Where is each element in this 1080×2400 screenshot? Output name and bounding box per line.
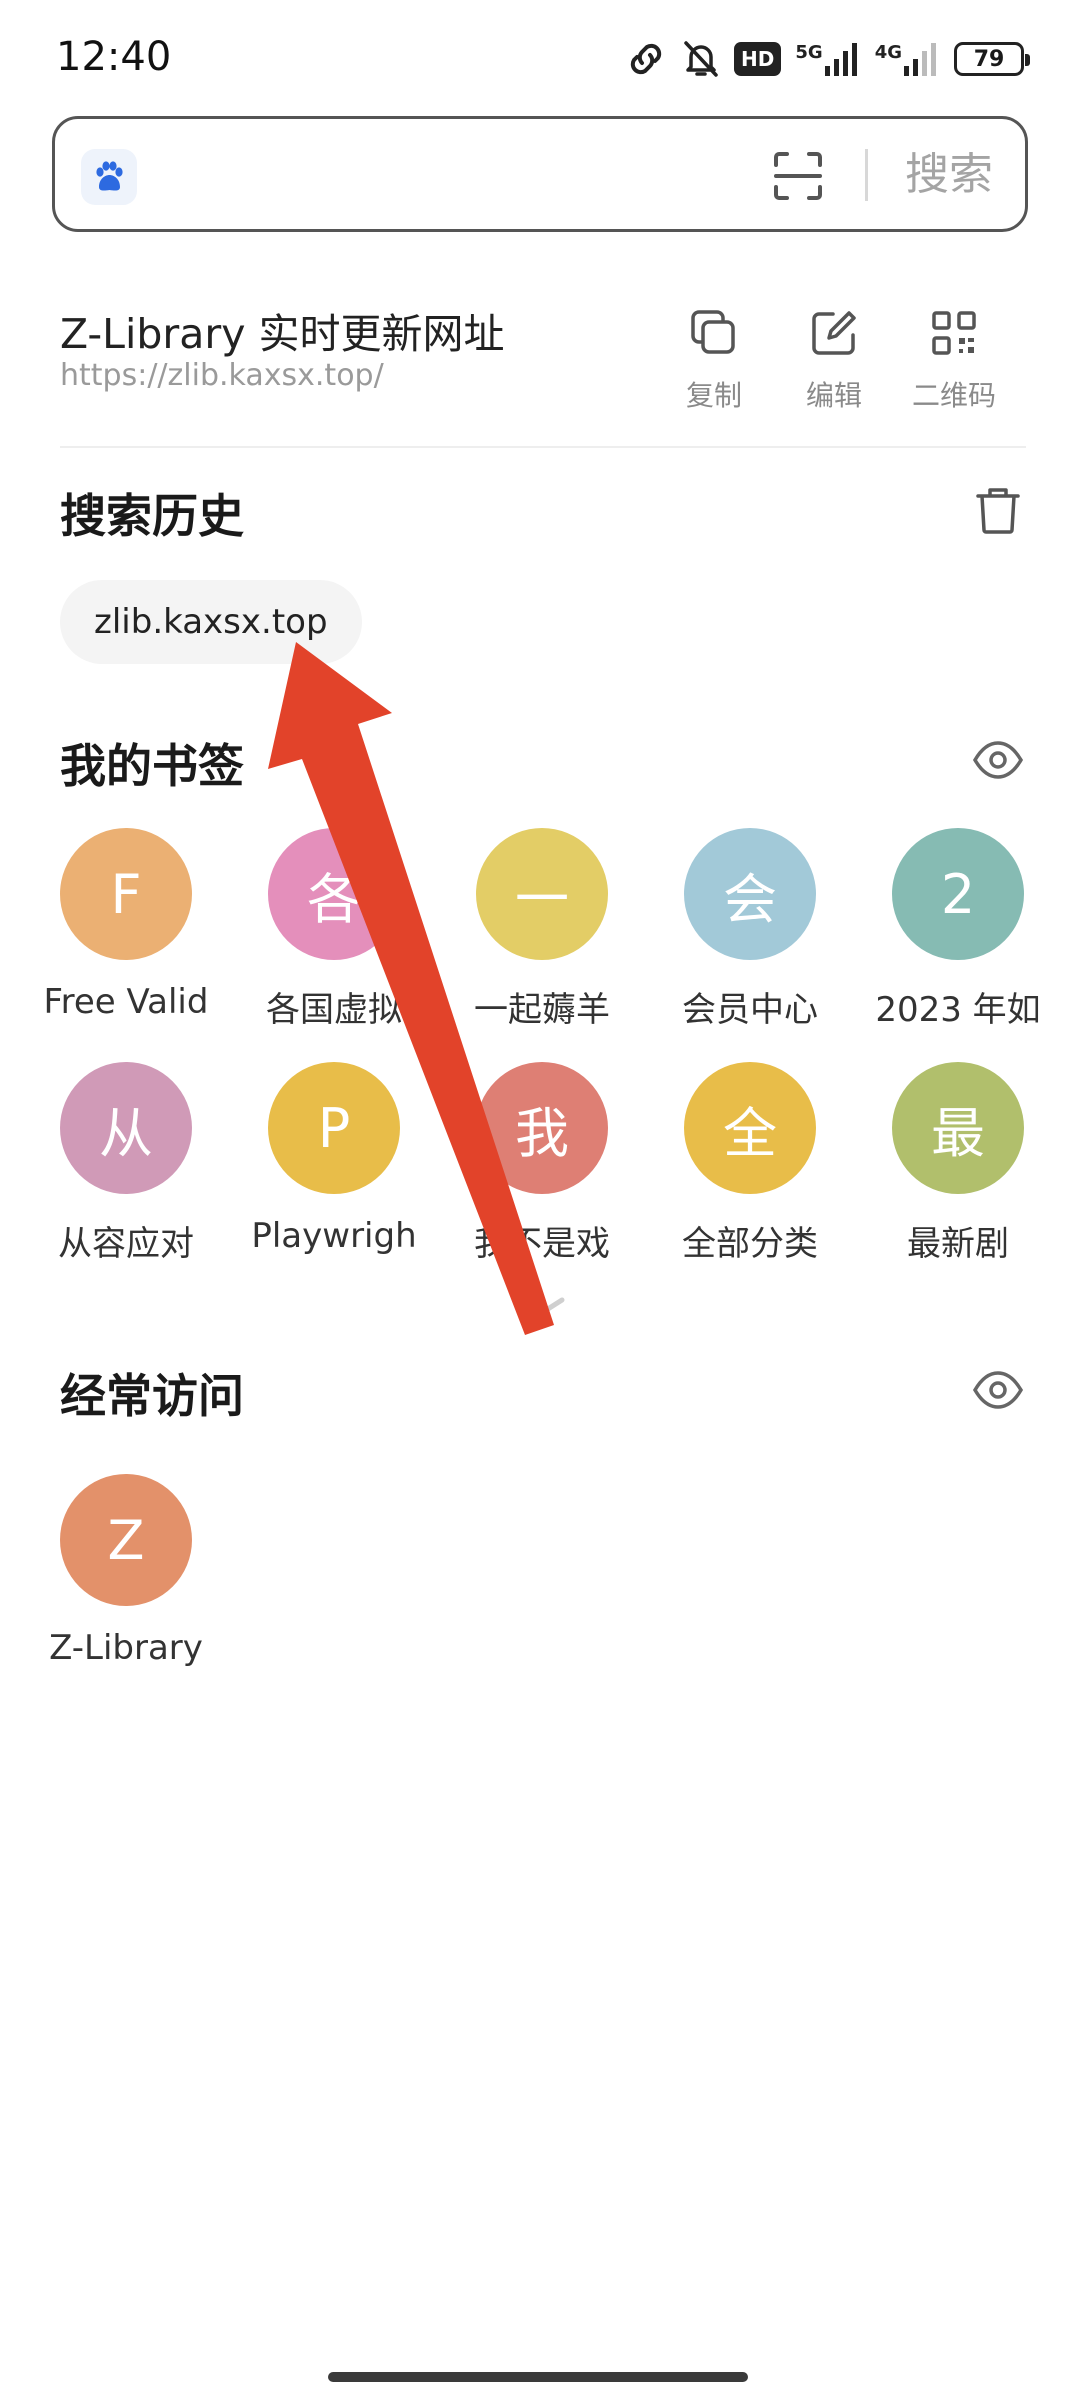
bookmark-avatar: P bbox=[268, 1062, 400, 1194]
eye-icon[interactable] bbox=[972, 1364, 1024, 1416]
bookmark-avatar: 会 bbox=[684, 828, 816, 960]
signal-5g: 5G bbox=[795, 42, 860, 76]
bookmark-item[interactable]: 从从容应对 bbox=[26, 1062, 226, 1282]
copy-button[interactable]: 复制 bbox=[664, 308, 764, 418]
signal-4g: 4G bbox=[875, 42, 940, 76]
frequent-title: 经常访问 bbox=[60, 1369, 244, 1423]
bookmark-item[interactable]: F Free Valid bbox=[26, 828, 226, 1048]
history-title: 搜索历史 bbox=[60, 489, 244, 543]
trash-icon[interactable] bbox=[972, 484, 1024, 536]
signal-bars-icon bbox=[824, 43, 857, 76]
link-icon bbox=[624, 41, 668, 77]
paw-logo-icon bbox=[81, 149, 137, 205]
bookmark-avatar: 2 bbox=[892, 828, 1024, 960]
scan-icon[interactable] bbox=[773, 151, 823, 201]
qrcode-label: 二维码 bbox=[911, 379, 996, 412]
bookmark-label: 全部分类 bbox=[682, 1224, 818, 1264]
network-5g-label: 5G bbox=[795, 42, 823, 63]
chevron-down-icon[interactable] bbox=[514, 1296, 566, 1320]
bookmark-avatar: 一 bbox=[476, 828, 608, 960]
bookmark-label: 我不是戏 bbox=[474, 1224, 610, 1264]
copy-label: 复制 bbox=[685, 379, 742, 412]
network-4g-label: 4G bbox=[874, 42, 902, 63]
bookmark-label: Free Valid bbox=[43, 982, 209, 1022]
qrcode-icon bbox=[932, 311, 976, 355]
bookmark-label: 一起薅羊 bbox=[474, 990, 610, 1030]
bookmark-label: Playwrigh bbox=[251, 1216, 417, 1256]
bookmark-item[interactable]: 2 2023 年如 bbox=[858, 828, 1058, 1048]
bookmark-avatar: F bbox=[60, 828, 192, 960]
bookmark-label: Z-Library bbox=[49, 1628, 203, 1668]
copy-icon bbox=[691, 310, 735, 354]
status-bar: 12:40 HD 5G 4G 79 bbox=[0, 0, 1080, 110]
bookmark-label: 从容应对 bbox=[58, 1224, 194, 1264]
bookmark-avatar: 全 bbox=[684, 1062, 816, 1194]
bookmark-item[interactable]: 各各国虚拟 bbox=[234, 828, 434, 1048]
bookmark-avatar: Z bbox=[60, 1474, 192, 1606]
status-time: 12:40 bbox=[56, 34, 172, 80]
home-indicator[interactable] bbox=[328, 2372, 748, 2382]
search-bar[interactable]: 搜索 bbox=[52, 116, 1028, 232]
eye-icon[interactable] bbox=[972, 734, 1024, 786]
search-button[interactable]: 搜索 bbox=[905, 145, 993, 205]
edit-icon bbox=[812, 311, 856, 355]
bookmark-label: 2023 年如 bbox=[875, 990, 1041, 1030]
current-page-card: Z-Library 实时更新网址 https://zlib.kaxsx.top/… bbox=[60, 300, 1020, 450]
bookmark-item[interactable]: 会会员中心 bbox=[650, 828, 850, 1048]
bookmark-avatar: 从 bbox=[60, 1062, 192, 1194]
page-url[interactable]: https://zlib.kaxsx.top/ bbox=[60, 358, 384, 393]
bookmark-label: 会员中心 bbox=[682, 990, 818, 1030]
bookmark-avatar: 我 bbox=[476, 1062, 608, 1194]
history-chip[interactable]: zlib.kaxsx.top bbox=[60, 580, 362, 664]
bookmark-label: 最新剧 bbox=[907, 1224, 1009, 1264]
edit-button[interactable]: 编辑 bbox=[784, 308, 884, 418]
bookmark-item[interactable]: 一一起薅羊 bbox=[442, 828, 642, 1048]
bookmark-item[interactable]: 最最新剧 bbox=[858, 1062, 1058, 1282]
section-divider bbox=[60, 446, 1026, 448]
bookmark-item[interactable]: P Playwrigh bbox=[234, 1062, 434, 1282]
bookmark-item[interactable]: 全全部分类 bbox=[650, 1062, 850, 1282]
bookmark-avatar: 各 bbox=[268, 828, 400, 960]
status-icons: HD 5G 4G 79 bbox=[624, 36, 1030, 82]
qrcode-button[interactable]: 二维码 bbox=[904, 308, 1004, 418]
mute-bell-icon bbox=[682, 39, 720, 79]
search-divider bbox=[865, 149, 868, 201]
bookmark-avatar: 最 bbox=[892, 1062, 1024, 1194]
hd-voice-badge: HD bbox=[734, 42, 782, 76]
page-title: Z-Library 实时更新网址 bbox=[60, 310, 505, 358]
signal-bars-icon bbox=[904, 43, 936, 76]
edit-label: 编辑 bbox=[805, 379, 862, 412]
frequent-item[interactable]: Z Z-Library bbox=[26, 1474, 226, 1694]
bookmark-label: 各国虚拟 bbox=[266, 990, 402, 1030]
bookmarks-title: 我的书签 bbox=[60, 739, 244, 793]
battery-icon: 79 bbox=[954, 42, 1030, 76]
bookmark-item[interactable]: 我我不是戏 bbox=[442, 1062, 642, 1282]
